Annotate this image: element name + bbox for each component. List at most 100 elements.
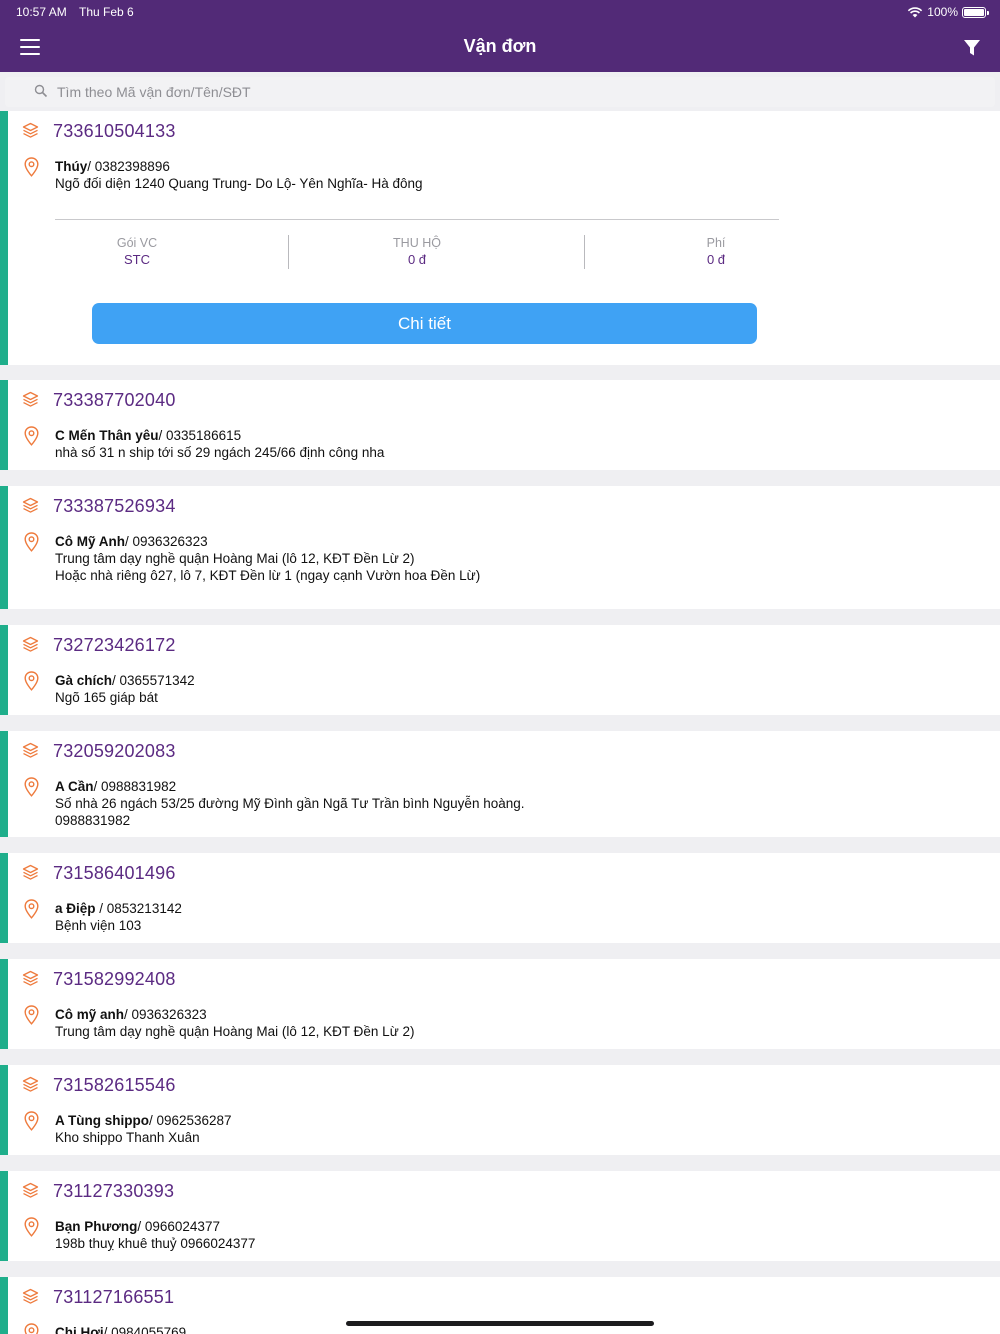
- location-pin-icon: [24, 532, 39, 552]
- recipient-name: Cô Mỹ Anh: [55, 534, 125, 549]
- order-code: 732723426172: [53, 635, 176, 655]
- order-address: Kho shippo Thanh Xuân: [55, 1130, 200, 1145]
- recipient-phone: / 0966024377: [137, 1219, 220, 1234]
- order-card[interactable]: 731582615546 A Tùng shippo/ 0962536287 K…: [0, 1065, 1000, 1155]
- order-contact: A Cần/ 0988831982: [55, 778, 176, 795]
- layers-icon: [22, 1182, 39, 1198]
- order-contact: Cô mỹ anh/ 0936326323: [55, 1006, 207, 1023]
- stat-label: Phí: [706, 236, 726, 250]
- recipient-name: Thúy: [55, 159, 88, 174]
- order-contact: Gà chích/ 0365571342: [55, 672, 195, 689]
- order-code: 733387526934: [53, 496, 176, 516]
- status-bar: 10:57 AM Thu Feb 6 100%: [0, 0, 1000, 24]
- card-divider: [55, 219, 779, 220]
- order-card[interactable]: 733610504133 Thúy/ 0382398896 Ngõ đối di…: [0, 111, 1000, 365]
- order-contact: A Tùng shippo/ 0962536287: [55, 1112, 232, 1129]
- recipient-phone: / 0382398896: [87, 159, 170, 174]
- layers-icon: [22, 970, 39, 986]
- recipient-phone: / 0936326323: [124, 1007, 207, 1022]
- order-contact: C Mến Thân yêu/ 0335186615: [55, 427, 241, 444]
- location-pin-icon: [24, 426, 39, 446]
- location-pin-icon: [24, 899, 39, 919]
- recipient-phone: / 0962536287: [148, 1113, 232, 1128]
- order-card[interactable]: 733387526934 Cô Mỹ Anh/ 0936326323 Trung…: [0, 486, 1000, 609]
- recipient-name: Chị Hợi: [55, 1325, 104, 1334]
- order-address: Trung tâm dạy nghề quận Hoàng Mai (lô 12…: [55, 551, 481, 583]
- recipient-phone: / 0984055769: [103, 1325, 187, 1334]
- location-pin-icon: [24, 671, 39, 691]
- status-date: Thu Feb 6: [79, 5, 134, 19]
- recipient-name: C Mến Thân yêu: [55, 428, 159, 443]
- battery-icon: [962, 6, 989, 18]
- layers-icon: [22, 864, 39, 880]
- order-card[interactable]: 731127330393 Bạn Phương/ 0966024377 198b…: [0, 1171, 1000, 1261]
- location-pin-icon: [24, 1323, 39, 1334]
- order-contact: a Điệp / 0853213142: [55, 900, 182, 917]
- location-pin-icon: [24, 1111, 39, 1131]
- order-card[interactable]: 732059202083 A Cần/ 0988831982 Số nhà 26…: [0, 731, 1000, 837]
- layers-icon: [22, 391, 39, 407]
- layers-icon: [22, 497, 39, 513]
- layers-icon: [22, 122, 39, 138]
- order-code: 733387702040: [53, 390, 176, 410]
- page-title: Vận đơn: [463, 36, 537, 56]
- search-input[interactable]: [57, 81, 957, 103]
- stat-value: STC: [124, 252, 150, 267]
- order-address: Bệnh viện 103: [55, 918, 142, 933]
- filter-icon[interactable]: [963, 39, 981, 57]
- recipient-phone: / 0936326323: [125, 534, 208, 549]
- status-right: 100%: [907, 5, 989, 19]
- order-card[interactable]: 733387702040 C Mến Thân yêu/ 0335186615 …: [0, 380, 1000, 470]
- order-card[interactable]: 731586401496 a Điệp / 0853213142 Bệnh vi…: [0, 853, 1000, 943]
- home-indicator[interactable]: [346, 1321, 654, 1326]
- search-bar: [5, 77, 995, 107]
- nav-bar: Vận đơn: [0, 24, 1000, 72]
- order-address: nhà số 31 n ship tới số 29 ngách 245/66 …: [55, 445, 385, 460]
- status-time: 10:57 AM: [16, 5, 67, 19]
- order-code: 731582992408: [53, 969, 176, 989]
- search-icon: [34, 84, 48, 98]
- order-list[interactable]: 733610504133 Thúy/ 0382398896 Ngõ đối di…: [0, 111, 1000, 1334]
- order-contact: Chị Hợi/ 0984055769: [55, 1324, 186, 1334]
- location-pin-icon: [24, 1217, 39, 1237]
- layers-icon: [22, 636, 39, 652]
- recipient-name: a Điệp: [55, 901, 100, 916]
- stat-value: 0 đ: [706, 252, 726, 267]
- order-contact: Cô Mỹ Anh/ 0936326323: [55, 533, 208, 550]
- recipient-name: A Cần: [55, 779, 94, 794]
- recipient-name: Bạn Phương: [55, 1219, 138, 1234]
- location-pin-icon: [24, 157, 39, 177]
- location-pin-icon: [24, 1005, 39, 1025]
- order-code: 733610504133: [53, 121, 176, 141]
- stat-cod: THU HỘ 0 đ: [297, 235, 537, 268]
- battery-percent: 100%: [927, 5, 958, 19]
- layers-icon: [22, 1288, 39, 1304]
- order-stats: Gói VC STC THU HỘ 0 đ Phí 0 đ: [55, 235, 779, 269]
- recipient-name: Gà chích: [55, 673, 113, 688]
- detail-button[interactable]: Chi tiết: [92, 303, 757, 344]
- order-code: 731127330393: [53, 1181, 175, 1201]
- stat-separator: [288, 235, 289, 269]
- stat-value: 0 đ: [407, 252, 427, 267]
- order-address: 198b thuỵ khuê thuỷ 0966024377: [55, 1236, 256, 1251]
- recipient-name: Cô mỹ anh: [55, 1007, 125, 1022]
- order-code: 731582615546: [53, 1075, 176, 1095]
- stat-label: THU HỘ: [393, 236, 441, 250]
- order-contact: Thúy/ 0382398896: [55, 158, 170, 175]
- order-card[interactable]: 731582992408 Cô mỹ anh/ 0936326323 Trung…: [0, 959, 1000, 1049]
- stat-label: Gói VC: [116, 236, 158, 250]
- layers-icon: [22, 742, 39, 758]
- stat-separator: [584, 235, 585, 269]
- order-card[interactable]: 732723426172 Gà chích/ 0365571342 Ngõ 16…: [0, 625, 1000, 715]
- recipient-phone: / 0853213142: [99, 901, 182, 916]
- order-contact: Bạn Phương/ 0966024377: [55, 1218, 220, 1235]
- recipient-phone: / 0365571342: [112, 673, 195, 688]
- stat-package: Gói VC STC: [17, 235, 257, 268]
- layers-icon: [22, 1076, 39, 1092]
- order-address: Ngõ đối diện 1240 Quang Trung- Do Lộ- Yê…: [55, 176, 423, 191]
- stat-fee: Phí 0 đ: [596, 235, 836, 268]
- order-address: Trung tâm dạy nghề quận Hoàng Mai (lô 12…: [55, 1024, 415, 1039]
- order-code: 732059202083: [53, 741, 176, 761]
- recipient-phone: / 0335186615: [158, 428, 242, 443]
- order-code: 731586401496: [53, 863, 176, 883]
